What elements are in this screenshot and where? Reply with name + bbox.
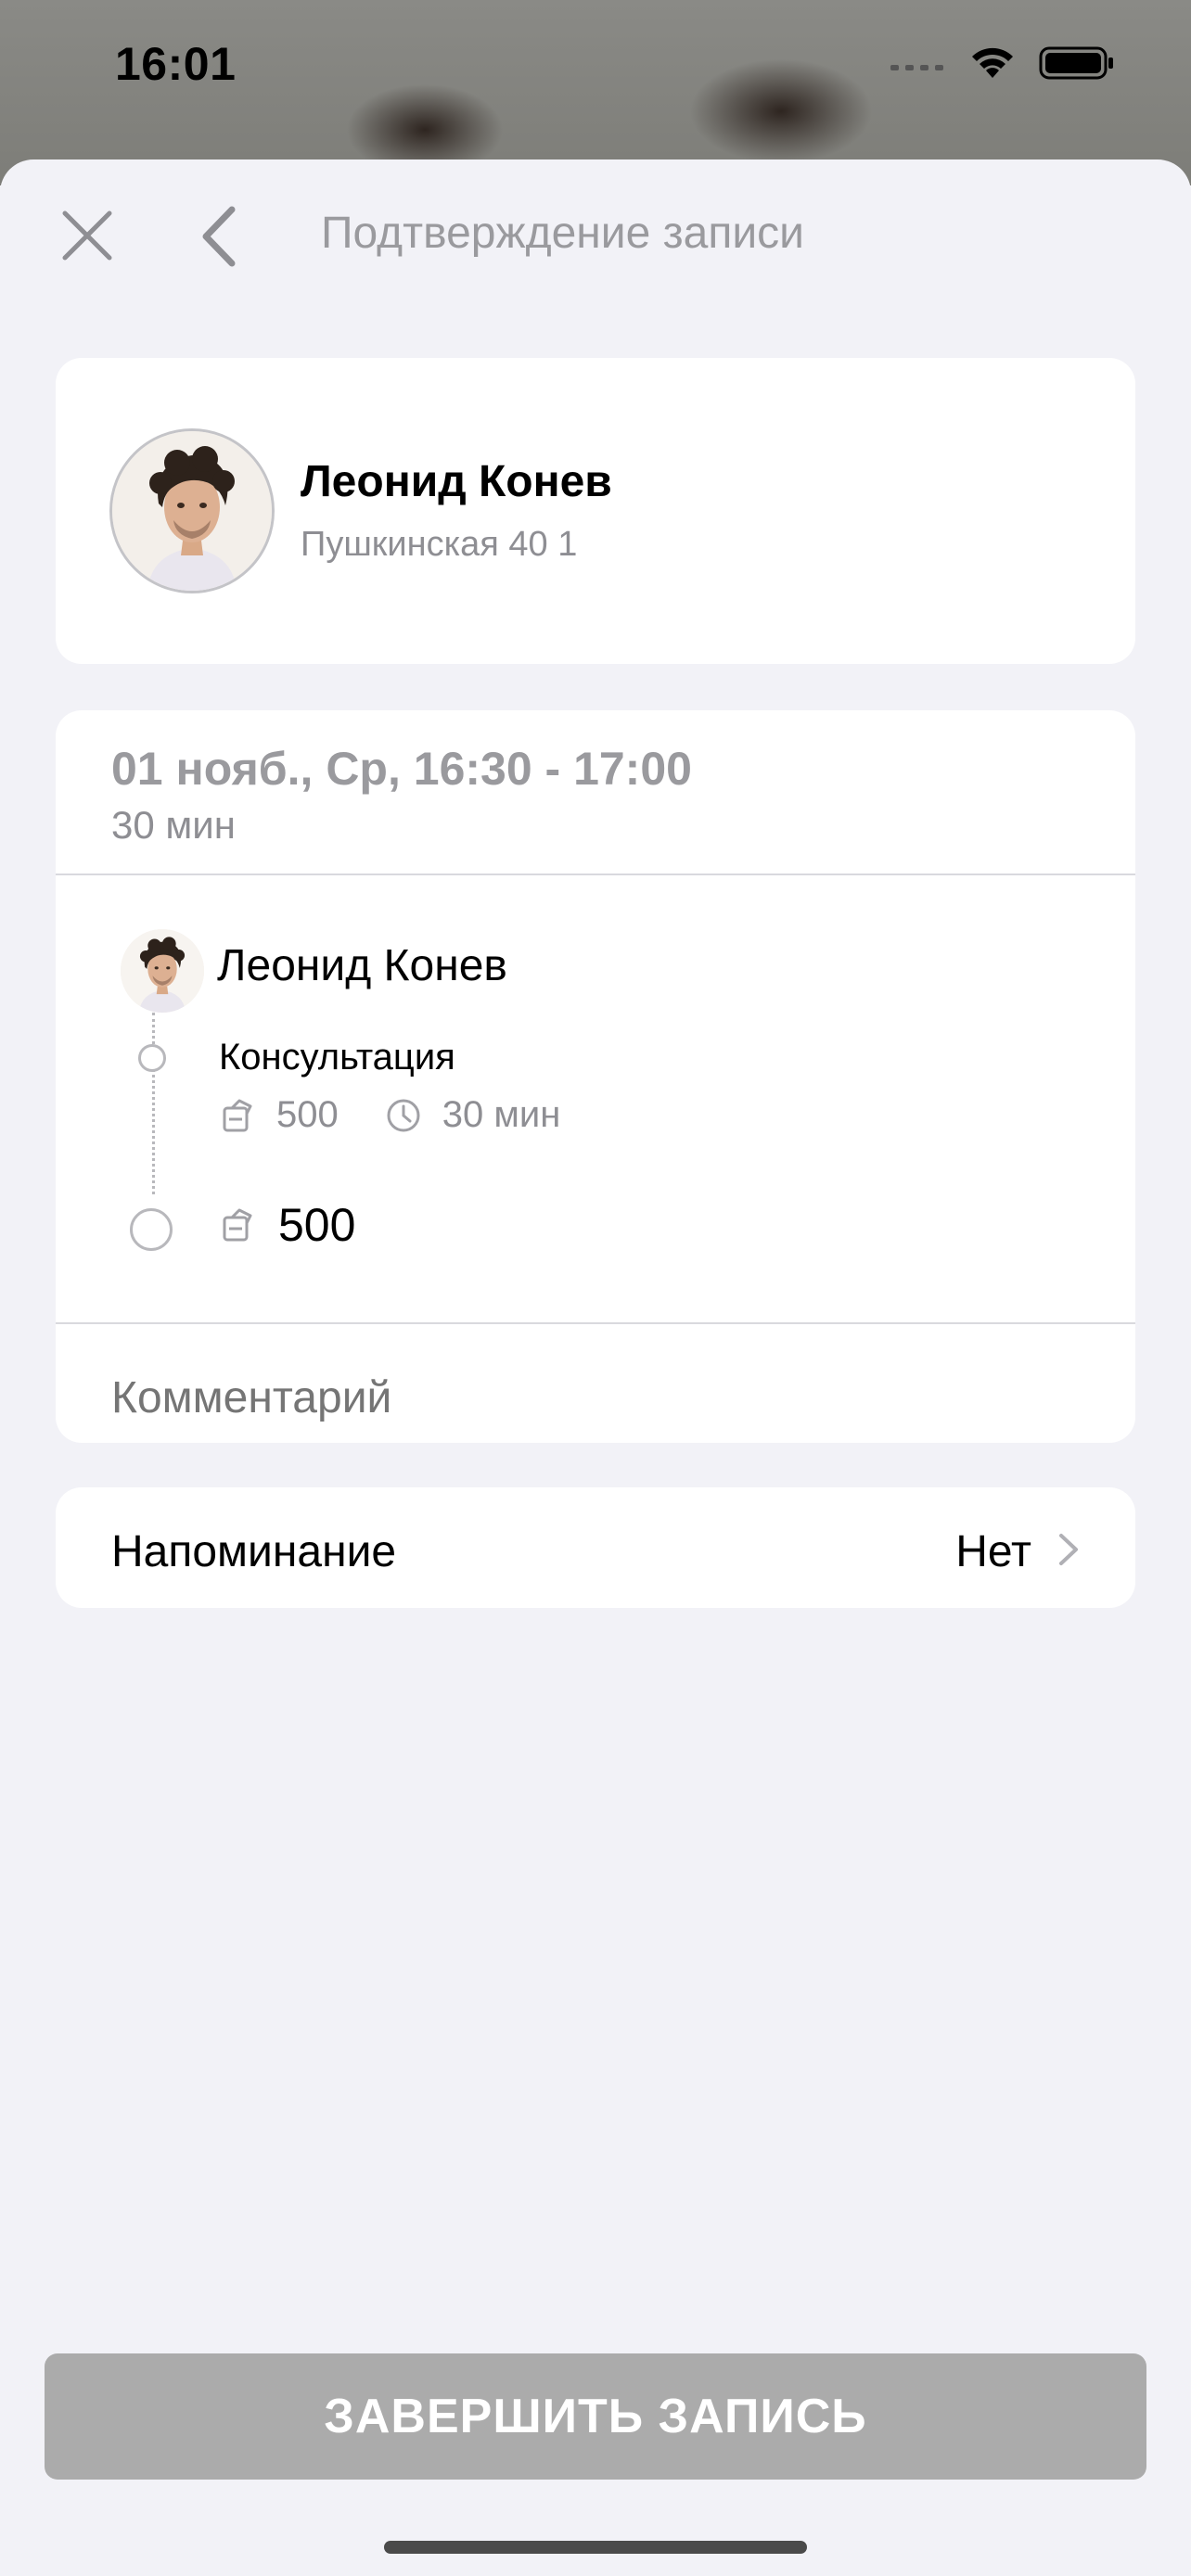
master-name: Леонид Конев (301, 457, 612, 506)
status-icons (890, 45, 1115, 82)
divider (56, 1322, 1135, 1324)
master-card[interactable]: Леонид Конев Пушкинская 40 1 (56, 358, 1135, 664)
master-avatar (109, 428, 275, 593)
total-price: 500 (278, 1199, 356, 1251)
staff-avatar (121, 929, 204, 1013)
person-photo-icon (121, 929, 204, 1013)
page-title: Подтверждение записи (321, 209, 804, 258)
booking-details-card: 01 нояб., Ср, 16:30 - 17:00 30 мин Леони… (56, 710, 1135, 1443)
staff-name: Леонид Конев (217, 941, 507, 990)
status-time: 16:01 (115, 38, 237, 90)
price-tag-icon (223, 1099, 252, 1131)
timeline-dot (138, 1044, 166, 1072)
person-photo-icon (112, 431, 272, 591)
comment-input[interactable] (111, 1372, 1085, 1423)
timeline-connector (152, 1013, 155, 1194)
reminder-row[interactable]: Напоминание Нет (56, 1487, 1135, 1608)
wifi-icon (972, 47, 1013, 78)
service-duration: 30 мин (442, 1094, 561, 1135)
divider (56, 874, 1135, 875)
service-name: Консультация (219, 1037, 455, 1078)
close-icon[interactable] (59, 208, 115, 263)
reminder-label: Напоминание (111, 1527, 397, 1576)
cellular-signal-icon (890, 65, 943, 70)
finish-booking-button[interactable]: ЗАВЕРШИТЬ ЗАПИСЬ (45, 2353, 1146, 2480)
price-tag-icon (223, 1208, 252, 1242)
total-row: 500 (219, 1198, 355, 1252)
service-meta: 500 30 мин (219, 1094, 560, 1136)
master-address: Пушкинская 40 1 (301, 525, 578, 564)
reminder-value: Нет (955, 1527, 1031, 1576)
chevron-right-icon (1059, 1534, 1078, 1565)
clock-icon (387, 1099, 420, 1131)
service-price: 500 (276, 1094, 339, 1135)
timeline-dot-total (130, 1208, 173, 1251)
battery-icon (1039, 46, 1113, 80)
status-bar: 16:01 (0, 0, 1191, 139)
booking-duration: 30 мин (111, 803, 236, 847)
chevron-left-icon[interactable] (198, 204, 239, 269)
home-indicator (384, 2541, 807, 2554)
booking-datetime: 01 нояб., Ср, 16:30 - 17:00 (111, 743, 692, 795)
